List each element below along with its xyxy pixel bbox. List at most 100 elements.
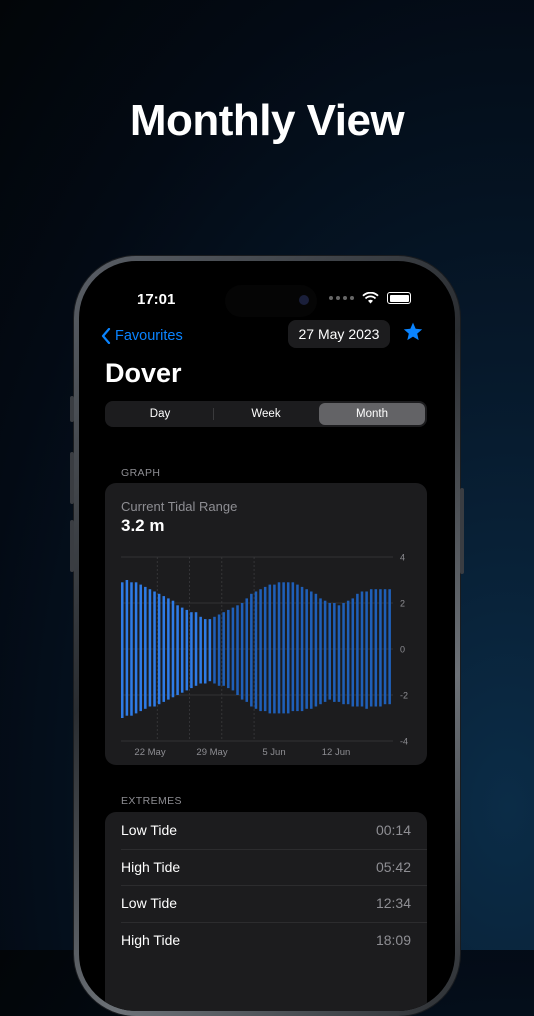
tide-bar [305, 589, 308, 709]
chevron-left-icon [101, 328, 111, 344]
signal-dots-icon [329, 296, 354, 300]
tide-bar [360, 591, 364, 707]
y-tick-label: 4 [400, 553, 405, 563]
tide-bar [254, 591, 258, 709]
tide-bar [273, 584, 276, 714]
tide-bar [213, 616, 216, 684]
extremes-list: Low Tide 00:14 High Tide 05:42 Low Tide … [105, 812, 427, 1011]
tide-bar [134, 582, 138, 714]
tide-bar [314, 593, 318, 707]
extreme-row: Low Tide 12:34 [105, 885, 427, 922]
volume-down-button [70, 520, 74, 572]
tide-bar [171, 600, 175, 698]
back-button[interactable]: Favourites [101, 328, 183, 344]
tide-bar [167, 598, 170, 700]
headline: Monthly View [129, 96, 405, 145]
tide-bar [153, 591, 156, 707]
status-time: 17:01 [137, 291, 176, 308]
x-tick-label: 12 Jun [322, 747, 351, 758]
camera-dot [299, 295, 309, 305]
extreme-row: Low Tide 00:14 [105, 812, 427, 849]
back-label: Favourites [115, 328, 183, 344]
tide-bar [217, 614, 221, 686]
tide-bar [250, 593, 253, 707]
extreme-row: High Tide 18:09 [105, 921, 427, 959]
tide-bar [190, 612, 193, 689]
y-tick-label: 0 [400, 645, 405, 655]
tide-bar [356, 593, 359, 707]
tide-bar [351, 598, 355, 707]
graph-card: Current Tidal Range 3.2 m 4 2 0 -2 -4 22 May 2… [105, 483, 427, 765]
tide-bar [333, 603, 336, 702]
range-segmented-control[interactable]: Day Week Month [105, 401, 427, 427]
star-icon[interactable] [402, 321, 424, 343]
y-tick-label: 2 [400, 599, 405, 609]
y-tick-label: -2 [400, 691, 408, 701]
segment-day[interactable]: Day [107, 403, 213, 425]
tide-bar [236, 605, 239, 695]
extreme-type: High Tide [121, 858, 181, 875]
extremes-section-label: EXTREMES [121, 795, 182, 807]
graph-section-label: GRAPH [121, 467, 161, 479]
tide-bar [180, 607, 184, 693]
tide-bar [388, 589, 391, 705]
tide-bar [365, 591, 368, 709]
segment-week[interactable]: Week [213, 403, 319, 425]
x-tick-label: 29 May [196, 747, 227, 758]
extreme-type: Low Tide [121, 822, 178, 839]
tide-bar [369, 589, 373, 707]
tide-bar [199, 616, 202, 684]
tide-bar [300, 586, 304, 712]
tide-bar [282, 582, 285, 714]
tide-bar [296, 584, 299, 712]
page-title: Dover [105, 358, 182, 388]
power-button [460, 488, 464, 574]
tide-bar [203, 619, 207, 684]
tide-bar [310, 591, 313, 709]
date-picker[interactable]: 27 May 2023 [288, 320, 390, 348]
extreme-row: High Tide 05:42 [105, 848, 427, 886]
tide-bar [374, 589, 378, 707]
tide-bar [263, 586, 267, 712]
tide-bar [268, 584, 272, 714]
segment-month[interactable]: Month [319, 403, 425, 425]
status-icons [329, 292, 411, 304]
tide-bar [144, 586, 147, 709]
tide-bar [125, 580, 129, 716]
y-tick-label: -4 [400, 737, 408, 747]
volume-up-button [70, 452, 74, 504]
x-tick-label: 5 Jun [262, 747, 285, 758]
screen: 17:01 Favourites 27 May 2023 Dover Day W… [79, 261, 455, 1011]
tide-bar [342, 603, 345, 705]
tide-bar [259, 589, 262, 712]
tide-bar [286, 582, 290, 714]
tide-bar [139, 584, 142, 712]
extreme-time: 05:42 [375, 858, 411, 875]
tide-bar [383, 589, 387, 705]
tide-bar [337, 605, 341, 702]
tide-bar [346, 600, 350, 705]
tide-bar [176, 605, 179, 695]
tide-bar [328, 603, 331, 700]
tide-bar [130, 582, 133, 716]
tide-bar [162, 596, 166, 702]
extreme-time: 00:14 [375, 822, 411, 839]
tide-bar [379, 589, 382, 707]
tide-chart: 4 2 0 -2 -4 22 May 29 May 5 Jun 12 Jun [121, 553, 408, 758]
wifi-icon [362, 292, 379, 304]
tide-bar [194, 612, 198, 686]
extreme-time: 18:09 [375, 931, 411, 948]
battery-icon [387, 292, 411, 304]
tide-bar [227, 609, 230, 689]
tide-bar [231, 607, 235, 691]
tide-bar [121, 582, 124, 718]
tide-bar [245, 598, 249, 702]
tide-bar [291, 582, 295, 712]
tide-bar [148, 589, 152, 707]
extreme-type: High Tide [121, 931, 181, 948]
x-tick-label: 22 May [134, 747, 165, 758]
tide-bar [222, 612, 225, 686]
tide-bar [277, 582, 281, 714]
tide-bar [157, 593, 161, 705]
tide-bar [208, 619, 212, 682]
